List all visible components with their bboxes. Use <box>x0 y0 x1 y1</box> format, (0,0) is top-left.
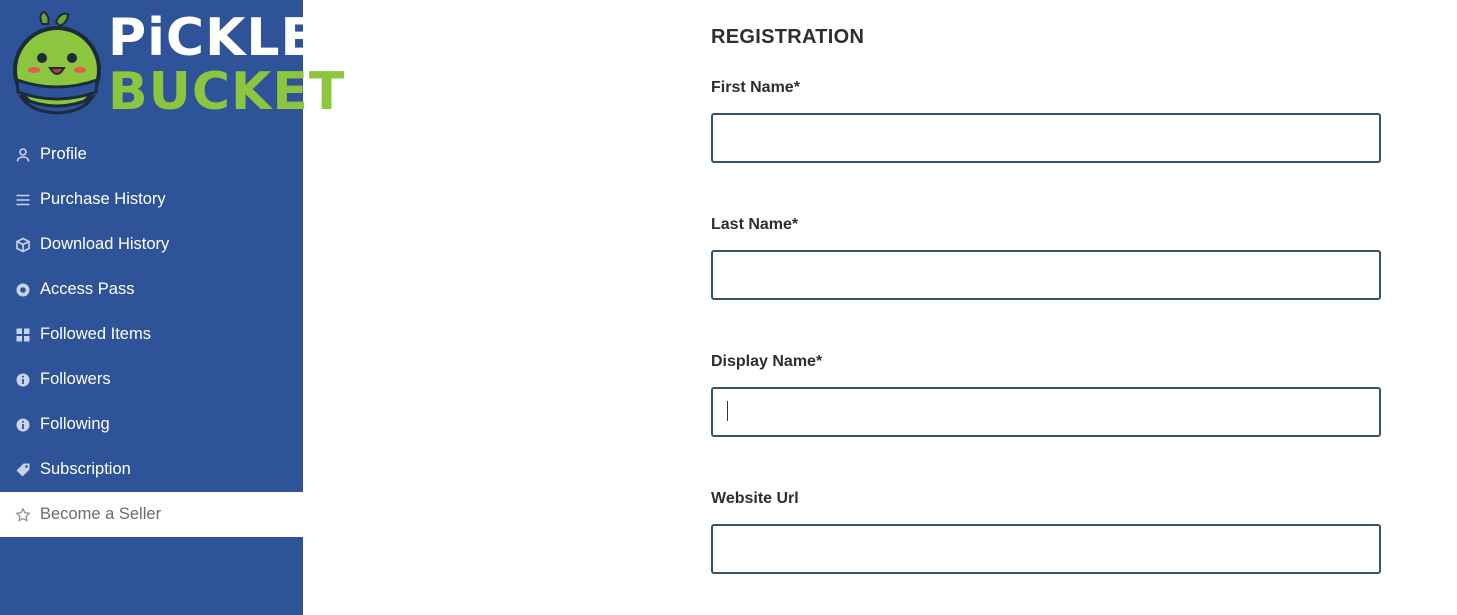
sidebar-item-followed-items[interactable]: Followed Items <box>0 312 303 357</box>
tag-icon <box>15 462 31 478</box>
sidebar-item-purchase-history[interactable]: Purchase History <box>0 177 303 222</box>
sidebar-nav: Profile Purchase History Download Histor… <box>0 132 303 537</box>
sidebar-item-label: Purchase History <box>40 190 166 208</box>
grid-icon <box>15 327 31 343</box>
website-url-label: Website Url <box>711 490 799 507</box>
display-name-input[interactable] <box>711 387 1381 437</box>
info-icon <box>15 372 31 388</box>
sidebar-item-subscription[interactable]: Subscription <box>0 447 303 492</box>
info-icon <box>15 417 31 433</box>
pickles-bucket-logo[interactable]: PiCKLES BUCKET <box>12 10 355 122</box>
sidebar-item-label: Followers <box>40 370 111 388</box>
form-title: REGISTRATION <box>711 26 865 48</box>
sidebar-item-followers[interactable]: Followers <box>0 357 303 402</box>
sidebar-item-access-pass[interactable]: Access Pass <box>0 267 303 312</box>
display-name-label: Display Name* <box>711 353 823 370</box>
sidebar-item-following[interactable]: Following <box>0 402 303 447</box>
sidebar-item-profile[interactable]: Profile <box>0 132 303 177</box>
sidebar-item-label: Become a Seller <box>40 505 162 523</box>
logo-text-pickles: PiCKLES <box>108 8 356 68</box>
last-name-input[interactable] <box>711 250 1381 300</box>
last-name-label: Last Name* <box>711 216 799 233</box>
sidebar-item-download-history[interactable]: Download History <box>0 222 303 267</box>
box-icon <box>15 237 31 253</box>
sidebar-item-label: Access Pass <box>40 280 135 298</box>
star-icon <box>15 506 31 523</box>
sidebar-item-become-a-seller[interactable]: Become a Seller <box>0 492 303 537</box>
circle-dot-icon <box>15 282 31 298</box>
sidebar-item-label: Profile <box>40 145 87 163</box>
sidebar-item-label: Subscription <box>40 460 131 478</box>
sidebar-item-label: Followed Items <box>40 325 151 343</box>
first-name-label: First Name* <box>711 79 800 96</box>
sidebar-item-label: Following <box>40 415 110 433</box>
sidebar: PiCKLES BUCKET Profile Purchase History … <box>0 0 355 615</box>
logo-text-bucket: BUCKET <box>108 62 346 122</box>
first-name-input[interactable] <box>711 113 1381 163</box>
website-url-input[interactable] <box>711 524 1381 574</box>
user-icon <box>15 147 31 163</box>
text-caret <box>727 401 728 421</box>
menu-lines-icon <box>15 192 31 208</box>
pickle-mascot-icon <box>13 10 101 115</box>
sidebar-item-label: Download History <box>40 235 170 253</box>
